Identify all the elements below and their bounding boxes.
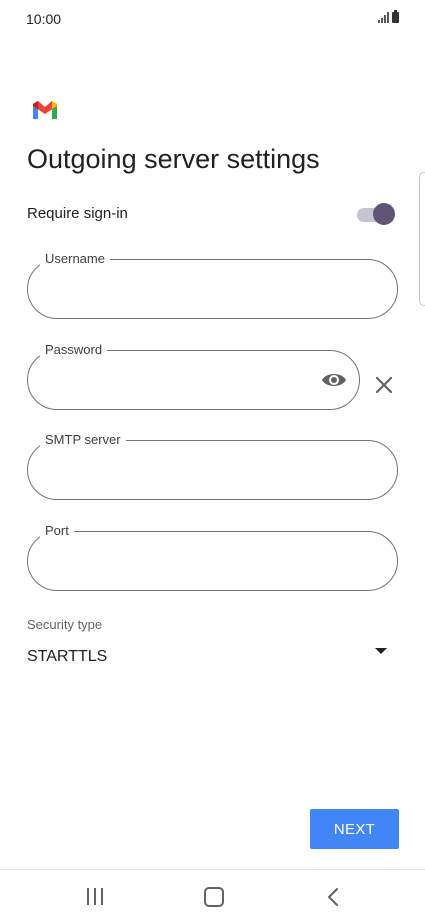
switch-thumb (373, 203, 395, 225)
password-field[interactable]: Password (27, 342, 360, 410)
status-time: 10:00 (26, 11, 62, 27)
status-bar: 10:00 (0, 0, 425, 40)
navigation-bar (0, 869, 425, 922)
smtp-server-input[interactable] (48, 459, 274, 478)
home-icon[interactable] (204, 887, 224, 907)
security-type-label: Security type (27, 617, 103, 632)
battery-icon (392, 10, 399, 23)
port-input[interactable] (48, 550, 274, 569)
username-input[interactable] (48, 278, 274, 297)
require-signin-switch[interactable] (357, 201, 395, 227)
security-type-select[interactable]: STARTTLS (27, 640, 389, 674)
close-icon[interactable] (374, 375, 394, 395)
status-icons (378, 10, 399, 23)
next-button[interactable]: NEXT (310, 809, 399, 849)
chevron-down-icon (375, 648, 387, 654)
username-label: Username (40, 251, 110, 267)
recent-apps-icon[interactable] (86, 888, 104, 906)
eye-icon[interactable] (321, 370, 347, 390)
require-signin-label: Require sign-in (27, 205, 128, 222)
gmail-logo-icon (33, 101, 57, 119)
smtp-server-field[interactable]: SMTP server (27, 432, 398, 500)
require-signin-row: Require sign-in (27, 200, 395, 228)
back-icon[interactable] (326, 887, 340, 907)
username-field[interactable]: Username (27, 251, 398, 319)
port-label: Port (40, 523, 74, 539)
scroll-handle[interactable] (419, 172, 425, 306)
page-title: Outgoing server settings (27, 144, 320, 174)
smtp-server-label: SMTP server (40, 432, 126, 448)
password-label: Password (40, 342, 108, 358)
security-type-value: STARTTLS (27, 648, 108, 665)
password-input[interactable] (48, 369, 251, 388)
signal-icon (378, 12, 389, 23)
port-field[interactable]: Port (27, 523, 398, 591)
